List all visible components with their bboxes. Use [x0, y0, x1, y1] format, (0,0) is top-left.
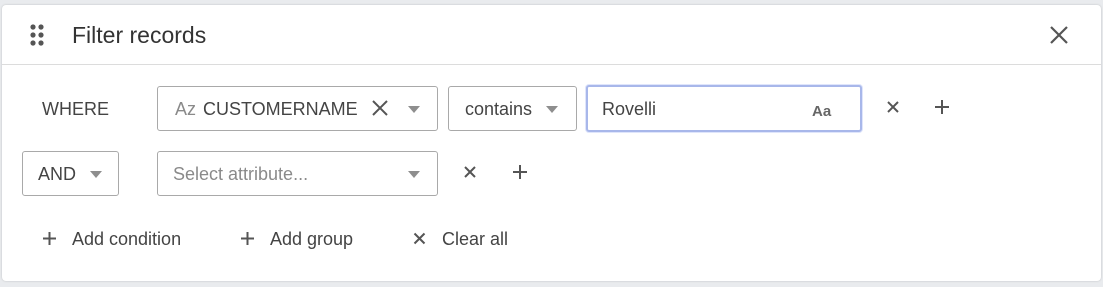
remove-condition-icon[interactable] [886, 100, 900, 114]
chevron-down-icon[interactable] [546, 106, 558, 113]
clear-all-label: Clear all [442, 229, 509, 249]
logic-operator-value: AND [38, 164, 77, 184]
where-label: WHERE [42, 99, 109, 119]
filter-panel: Filter records WHERE Az CUSTOMERNAME con… [2, 5, 1101, 281]
chevron-down-icon[interactable] [408, 171, 420, 178]
attribute-type-badge: Az [175, 99, 197, 119]
drag-handle-icon[interactable] [29, 23, 45, 47]
close-icon[interactable] [1047, 23, 1071, 47]
chevron-down-icon[interactable] [408, 106, 420, 113]
attribute-value: CUSTOMERNAME [203, 99, 358, 119]
plus-icon [43, 232, 56, 245]
attribute-placeholder: Select attribute... [173, 164, 309, 184]
add-condition-label: Add condition [72, 229, 182, 249]
attribute-select-2[interactable]: Select attribute... [157, 151, 438, 196]
comparator-value: contains [465, 99, 533, 119]
add-condition-icon[interactable] [934, 99, 950, 115]
add-condition-button[interactable]: Add condition [42, 227, 192, 251]
add-condition-icon[interactable] [512, 164, 528, 180]
clear-attribute-icon[interactable] [370, 98, 390, 118]
add-group-label: Add group [270, 229, 354, 249]
close-icon [413, 232, 426, 245]
value-input-text: Rovelli [602, 99, 657, 119]
plus-icon [241, 232, 254, 245]
filter-header: Filter records [2, 5, 1101, 65]
value-input[interactable]: Rovelli Aa [586, 85, 862, 132]
match-case-toggle[interactable]: Aa [812, 101, 831, 123]
comparator-select[interactable]: contains [448, 86, 577, 131]
logic-operator-select[interactable]: AND [22, 151, 119, 196]
remove-condition-icon[interactable] [463, 165, 477, 179]
attribute-select[interactable]: Az CUSTOMERNAME [157, 86, 438, 131]
page-title: Filter records [72, 22, 207, 48]
add-group-button[interactable]: Add group [240, 227, 360, 251]
clear-all-button[interactable]: Clear all [411, 227, 521, 251]
chevron-down-icon[interactable] [90, 171, 102, 178]
